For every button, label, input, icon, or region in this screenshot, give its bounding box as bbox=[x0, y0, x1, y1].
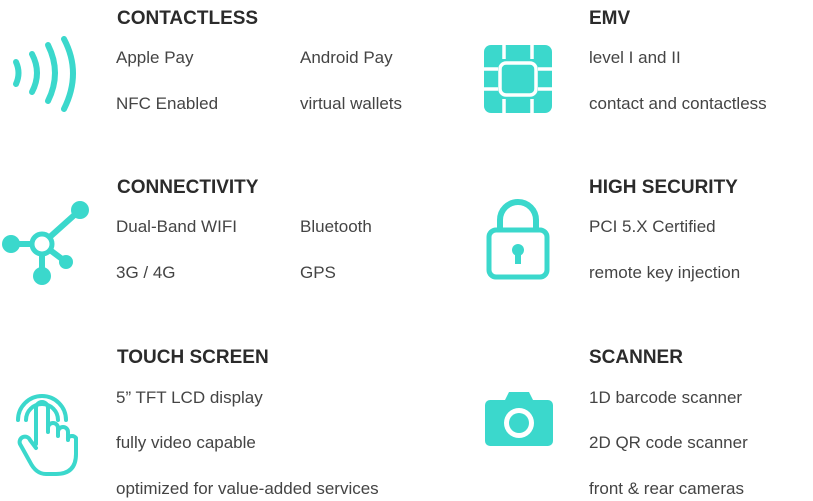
feature-wifi: Dual-Band WIFI bbox=[116, 217, 237, 236]
feature-virtual-wallets: virtual wallets bbox=[300, 94, 403, 113]
feature-display: 5” TFT LCD display bbox=[116, 388, 263, 407]
feature-contact: contact and contactless bbox=[589, 94, 767, 113]
feature-level: level I and II bbox=[589, 48, 681, 67]
touch-title: TOUCH SCREEN bbox=[117, 347, 269, 368]
feature-android-pay: Android Pay bbox=[300, 48, 393, 67]
touch-icon bbox=[16, 394, 78, 476]
contactless-title: CONTACTLESS bbox=[117, 8, 259, 29]
feature-pci: PCI 5.X Certified bbox=[589, 217, 716, 236]
connectivity-title: CONNECTIVITY bbox=[117, 177, 259, 198]
feature-video: fully video capable bbox=[116, 433, 256, 452]
feature-key-injection: remote key injection bbox=[589, 263, 741, 282]
network-icon bbox=[2, 201, 89, 285]
lock-icon bbox=[486, 199, 550, 280]
scanner-title: SCANNER bbox=[589, 347, 683, 368]
contactless-icon bbox=[13, 36, 76, 112]
feature-value-added: optimized for value-added services bbox=[116, 479, 379, 498]
security-title: HIGH SECURITY bbox=[589, 177, 738, 198]
feature-apple-pay: Apple Pay bbox=[116, 48, 194, 67]
feature-2d-qr: 2D QR code scanner bbox=[589, 433, 748, 452]
feature-cellular: 3G / 4G bbox=[116, 263, 176, 282]
chip-icon bbox=[484, 45, 552, 113]
feature-1d-barcode: 1D barcode scanner bbox=[589, 388, 743, 407]
feature-gps: GPS bbox=[300, 263, 336, 282]
emv-title: EMV bbox=[589, 8, 631, 29]
camera-icon bbox=[485, 392, 553, 446]
feature-cameras: front & rear cameras bbox=[589, 479, 744, 498]
feature-bluetooth: Bluetooth bbox=[300, 217, 372, 236]
feature-nfc: NFC Enabled bbox=[116, 94, 219, 113]
